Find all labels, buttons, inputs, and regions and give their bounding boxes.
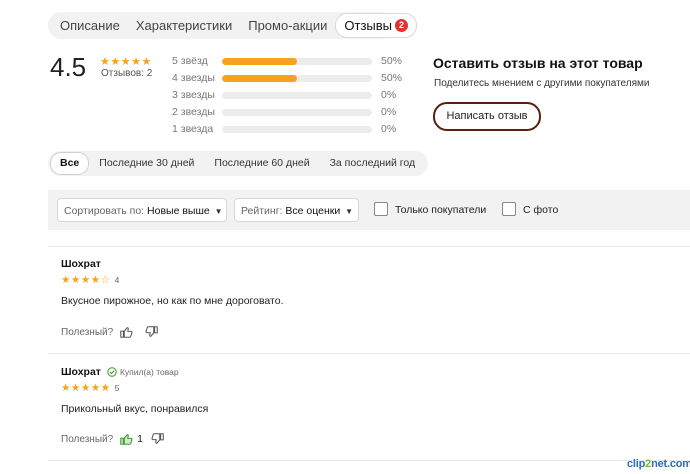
distribution-row-5[interactable]: 5 звёзд 50%: [172, 54, 412, 71]
distribution-label: 3 звезды: [172, 89, 215, 101]
with-photo-label[interactable]: С фото: [523, 204, 558, 216]
distribution-bar: [222, 92, 372, 99]
distribution-percent: 50%: [381, 72, 403, 84]
rating-filter-value: Все оценки: [285, 205, 341, 217]
average-rating: 4.5: [50, 52, 87, 82]
sort-dropdown[interactable]: Сортировать по: Новые выше ▼: [57, 198, 227, 222]
thumbs-down-icon[interactable]: [151, 432, 165, 446]
distribution-percent: 0%: [381, 106, 397, 118]
distribution-row-2[interactable]: 2 звезды 0%: [172, 105, 412, 122]
review-tabs: Описание Характеристики Промо-акции Отзы…: [48, 12, 418, 39]
distribution-bar: [222, 109, 372, 116]
reviews-count: Отзывов: 2: [101, 68, 153, 79]
tab-description[interactable]: Описание: [52, 14, 128, 37]
verified-purchase-label: Купил(а) товар: [119, 367, 179, 377]
buyers-only-checkbox[interactable]: [374, 202, 388, 216]
distribution-label: 2 звезды: [172, 106, 215, 118]
rating-dropdown[interactable]: Рейтинг: Все оценки ▼: [234, 198, 359, 222]
distribution-bar: [222, 126, 372, 133]
review-score: 5: [114, 383, 120, 393]
period-filters: Все Последние 30 дней Последние 60 дней …: [48, 151, 428, 176]
review-score: 4: [114, 275, 120, 285]
watermark-part: clip: [627, 458, 646, 470]
sort-label: Сортировать по:: [64, 205, 145, 217]
leave-review-subtitle: Поделитесь мнением с другими покупателям…: [434, 78, 650, 89]
distribution-percent: 0%: [381, 89, 397, 101]
distribution-bar: [222, 75, 372, 82]
review-text: Вкусное пирожное, но как по мне дорогова…: [61, 295, 284, 307]
distribution-label: 5 звёзд: [172, 55, 208, 67]
tab-characteristics[interactable]: Характеристики: [128, 14, 240, 37]
distribution-row-4[interactable]: 4 звезды 50%: [172, 71, 412, 88]
leave-review-title: Оставить отзыв на этот товар: [433, 55, 643, 71]
watermark: clip2net.com: [627, 458, 690, 470]
review-text: Прикольный вкус, понравился: [61, 403, 209, 415]
average-rating-stars: ★★★★★: [100, 56, 152, 68]
write-review-button[interactable]: Написать отзыв: [433, 102, 541, 131]
filter-bar: Сортировать по: Новые выше ▼ Рейтинг: Вс…: [48, 190, 690, 230]
divider: [48, 246, 690, 247]
watermark-part: net.com: [651, 458, 690, 470]
distribution-percent: 0%: [381, 123, 397, 135]
thumbs-up-icon[interactable]: [119, 325, 133, 339]
distribution-bar-fill: [222, 58, 297, 65]
distribution-percent: 50%: [381, 55, 403, 67]
period-filter-30-days[interactable]: Последние 30 дней: [89, 153, 204, 174]
check-circle-icon: [107, 367, 117, 377]
period-filter-60-days[interactable]: Последние 60 дней: [204, 153, 319, 174]
sort-value: Новые выше: [147, 205, 210, 217]
review-helpful: Полезный?: [61, 325, 159, 339]
distribution-bar: [222, 58, 372, 65]
divider: [48, 353, 690, 354]
chevron-down-icon: ▼: [345, 207, 354, 216]
tab-reviews-label: Отзывы: [344, 18, 393, 33]
divider: [48, 460, 690, 461]
review-stars: ★★★★☆: [61, 274, 111, 286]
review-rating: ★★★★☆ 4: [61, 274, 119, 286]
likes-count: 1: [137, 433, 143, 445]
review-author: Шохрат: [61, 258, 101, 270]
helpful-label: Полезный?: [61, 433, 114, 445]
verified-purchase: Купил(а) товар: [107, 367, 179, 377]
buyers-only-label[interactable]: Только покупатели: [395, 204, 486, 216]
rating-filter-label: Рейтинг:: [241, 205, 283, 217]
review-stars: ★★★★★: [61, 382, 111, 394]
helpful-label: Полезный?: [61, 326, 114, 338]
thumbs-up-icon[interactable]: [119, 432, 133, 446]
review-author: Шохрат: [61, 366, 101, 378]
period-filter-year[interactable]: За последний год: [320, 153, 426, 174]
distribution-bar-fill: [222, 75, 297, 82]
distribution-row-1[interactable]: 1 звезда 0%: [172, 122, 412, 139]
with-photo-checkbox[interactable]: [502, 202, 516, 216]
tab-promotions[interactable]: Промо-акции: [240, 14, 335, 37]
chevron-down-icon: ▼: [214, 207, 223, 216]
review-header: Шохрат Купил(а) товар: [61, 366, 179, 378]
review-helpful: Полезный? 1: [61, 432, 165, 446]
distribution-label: 1 звезда: [172, 123, 214, 135]
distribution-row-3[interactable]: 3 звезды 0%: [172, 88, 412, 105]
thumbs-down-icon[interactable]: [145, 325, 159, 339]
review-rating: ★★★★★ 5: [61, 382, 119, 394]
period-filter-all[interactable]: Все: [50, 152, 90, 175]
reviews-count-badge: 2: [395, 19, 409, 32]
rating-distribution: 5 звёзд 50% 4 звезды 50% 3 звезды 0% 2 з…: [172, 54, 412, 139]
distribution-label: 4 звезды: [172, 72, 215, 84]
tab-reviews[interactable]: Отзывы 2: [335, 13, 418, 38]
